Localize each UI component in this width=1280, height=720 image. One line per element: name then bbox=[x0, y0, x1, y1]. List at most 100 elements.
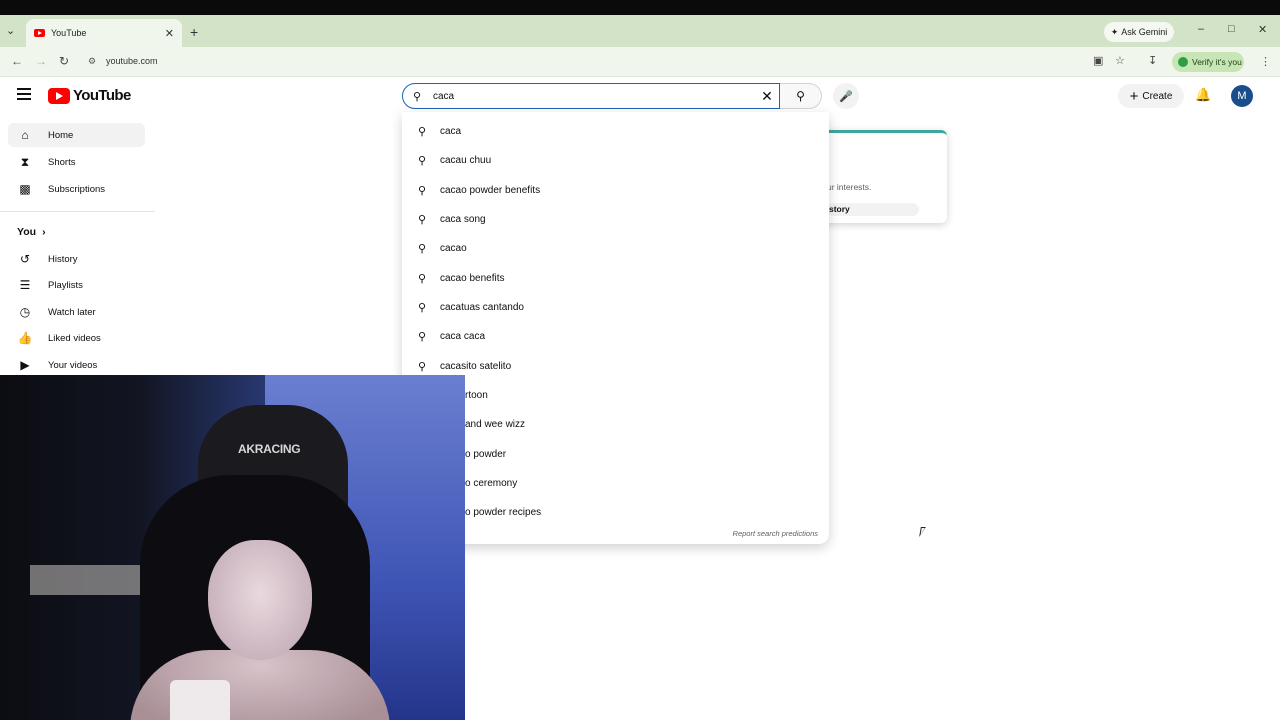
profile-dot-icon bbox=[1178, 57, 1188, 67]
suggestion-item[interactable]: o powder bbox=[402, 440, 829, 468]
youtube-logo[interactable]: YouTube bbox=[48, 87, 131, 104]
notifications-bell-icon[interactable]: 🔔 bbox=[1195, 87, 1211, 103]
browser-tab-youtube[interactable]: YouTube ✕ bbox=[26, 19, 182, 47]
sidebar-item-your-videos[interactable]: ▶ Your videos bbox=[8, 353, 145, 377]
sidebar-item-label: Liked videos bbox=[48, 332, 101, 344]
suggestion-item[interactable]: o powder recipes bbox=[402, 498, 829, 526]
suggestion-item[interactable]: ⚲ cacasito satelito bbox=[402, 352, 829, 380]
tab-title: YouTube bbox=[51, 28, 87, 38]
suggestion-item[interactable]: ⚲ cacao powder benefits bbox=[402, 176, 829, 204]
person-shirt bbox=[170, 680, 230, 720]
card-history-button[interactable]: story bbox=[827, 203, 919, 216]
ask-gemini-label: Ask Gemini bbox=[1121, 27, 1168, 37]
your-videos-icon: ▶ bbox=[20, 358, 30, 372]
ask-gemini-button[interactable]: ✦ Ask Gemini bbox=[1104, 22, 1174, 42]
search-icon: ⚲ bbox=[413, 90, 422, 103]
sidebar-item-playlists[interactable]: ☰ Playlists bbox=[8, 273, 145, 297]
sidebar-item-shorts[interactable]: ⧗ Shorts bbox=[8, 150, 145, 174]
avatar[interactable]: M bbox=[1231, 85, 1253, 107]
sidebar-item-history[interactable]: ↺ History bbox=[8, 247, 145, 271]
card-text: ur interests. bbox=[827, 182, 872, 192]
download-icon[interactable]: ↧ bbox=[1148, 54, 1157, 67]
sidebar-item-label: History bbox=[48, 253, 78, 265]
suggestion-item[interactable]: ⚲ caca caca bbox=[402, 322, 829, 350]
history-icon: ↺ bbox=[19, 252, 31, 266]
search-icon: ⚲ bbox=[418, 360, 427, 373]
suggestion-text: o ceremony bbox=[465, 477, 518, 489]
new-tab-plus-icon[interactable]: + bbox=[190, 24, 198, 40]
mouse-cursor-icon bbox=[919, 527, 926, 537]
gemini-sparkle-icon: ✦ bbox=[1110, 26, 1119, 37]
tab-search-chevron-icon[interactable]: ⌄ bbox=[6, 24, 20, 38]
sidebar-item-label: Watch later bbox=[48, 306, 96, 318]
search-icon: ⚲ bbox=[418, 213, 427, 226]
youtube-wordmark: YouTube bbox=[73, 87, 131, 104]
create-button[interactable]: + Create bbox=[1118, 84, 1184, 108]
install-app-icon[interactable]: ▣ bbox=[1093, 54, 1103, 67]
tab-close-icon[interactable]: ✕ bbox=[165, 27, 174, 40]
suggestion-text: cacau chuu bbox=[440, 154, 492, 166]
sidebar-item-subscriptions[interactable]: ▩ Subscriptions bbox=[8, 177, 145, 201]
back-arrow-icon[interactable]: ← bbox=[11, 54, 23, 68]
reload-icon[interactable]: ↻ bbox=[59, 54, 69, 68]
top-black-bar bbox=[0, 0, 1280, 15]
sidebar-item-label: Your videos bbox=[48, 359, 98, 371]
suggestion-text: caca bbox=[440, 125, 462, 137]
suggestion-item[interactable]: ⚲ cacatuas cantando bbox=[402, 293, 829, 321]
site-info-icon[interactable]: ⚙ bbox=[88, 56, 96, 67]
suggestion-item[interactable]: ⚲ cacao benefits bbox=[402, 264, 829, 292]
suggestion-item[interactable]: ⚲ cacao bbox=[402, 234, 829, 262]
search-input[interactable] bbox=[433, 90, 779, 102]
search-suggestions-dropdown: ⚲ caca ⚲ cacau chuu ⚲ cacao powder benefits… bbox=[402, 112, 829, 544]
search-icon: ⚲ bbox=[418, 330, 427, 343]
address-bar-row: ← → ↻ ⚙ youtube.com ▣ ☆ ↧ Verify it's yo… bbox=[0, 47, 1280, 77]
youtube-favicon-icon bbox=[34, 29, 45, 37]
maximize-icon[interactable]: □ bbox=[1228, 23, 1235, 35]
bookmark-star-icon[interactable]: ☆ bbox=[1115, 54, 1125, 67]
search-button[interactable]: ⚲ bbox=[780, 83, 822, 109]
report-search-predictions-link[interactable]: Report search predictions bbox=[733, 529, 818, 538]
suggestion-item[interactable]: ⚲ caca song bbox=[402, 205, 829, 233]
verify-profile-button[interactable]: Verify it's you bbox=[1172, 52, 1244, 72]
suggestion-text: caca song bbox=[440, 213, 486, 225]
suggestion-item[interactable]: rtoon bbox=[402, 381, 829, 409]
sidebar-item-watch-later[interactable]: ◷ Watch later bbox=[8, 300, 145, 324]
suggestion-text: caca caca bbox=[440, 330, 486, 342]
you-heading-label: You bbox=[17, 226, 37, 238]
suggestion-item[interactable]: ⚲ cacau chuu bbox=[402, 146, 829, 174]
forward-arrow-icon[interactable]: → bbox=[35, 54, 47, 68]
search-icon: ⚲ bbox=[418, 301, 427, 314]
suggestion-item[interactable]: o ceremony bbox=[402, 469, 829, 497]
browser-menu-icon[interactable]: ⋮ bbox=[1260, 55, 1271, 68]
home-icon: ⌂ bbox=[21, 128, 29, 142]
subscriptions-icon: ▩ bbox=[19, 182, 31, 196]
close-window-icon[interactable]: ✕ bbox=[1258, 23, 1267, 36]
microphone-icon: 🎤 bbox=[839, 90, 853, 103]
url-text[interactable]: youtube.com bbox=[106, 56, 158, 66]
search-icon: ⚲ bbox=[418, 184, 427, 197]
sidebar-divider bbox=[0, 211, 155, 212]
sidebar-item-label: Playlists bbox=[48, 279, 83, 291]
search-icon: ⚲ bbox=[418, 242, 427, 255]
sidebar-item-liked-videos[interactable]: 👍 Liked videos bbox=[8, 326, 145, 350]
minimize-icon[interactable]: – bbox=[1198, 23, 1204, 35]
suggestion-text: rtoon bbox=[465, 389, 488, 401]
search-icon: ⚲ bbox=[418, 125, 427, 138]
suggestion-text: cacao benefits bbox=[440, 272, 505, 284]
sidebar-item-home[interactable]: ⌂ Home bbox=[8, 123, 145, 147]
search-box[interactable]: ⚲ ✕ bbox=[402, 83, 780, 109]
voice-search-button[interactable]: 🎤 bbox=[833, 83, 859, 109]
suggestion-item[interactable]: and wee wizz bbox=[402, 410, 829, 438]
suggestion-text: cacasito satelito bbox=[440, 360, 512, 372]
sidebar-item-label: Subscriptions bbox=[48, 183, 106, 195]
clear-search-icon[interactable]: ✕ bbox=[759, 88, 775, 104]
sidebar-item-label: Home bbox=[48, 129, 74, 141]
search-icon: ⚲ bbox=[418, 272, 427, 285]
search-icon: ⚲ bbox=[418, 154, 427, 167]
webcam-overlay: AKRACING bbox=[0, 375, 465, 720]
guide-menu-icon[interactable] bbox=[17, 88, 31, 100]
sidebar-you-heading[interactable]: You › bbox=[17, 226, 46, 238]
liked-videos-icon: 👍 bbox=[17, 331, 33, 345]
plus-icon: + bbox=[1129, 87, 1139, 105]
suggestion-item[interactable]: ⚲ caca bbox=[402, 117, 829, 145]
